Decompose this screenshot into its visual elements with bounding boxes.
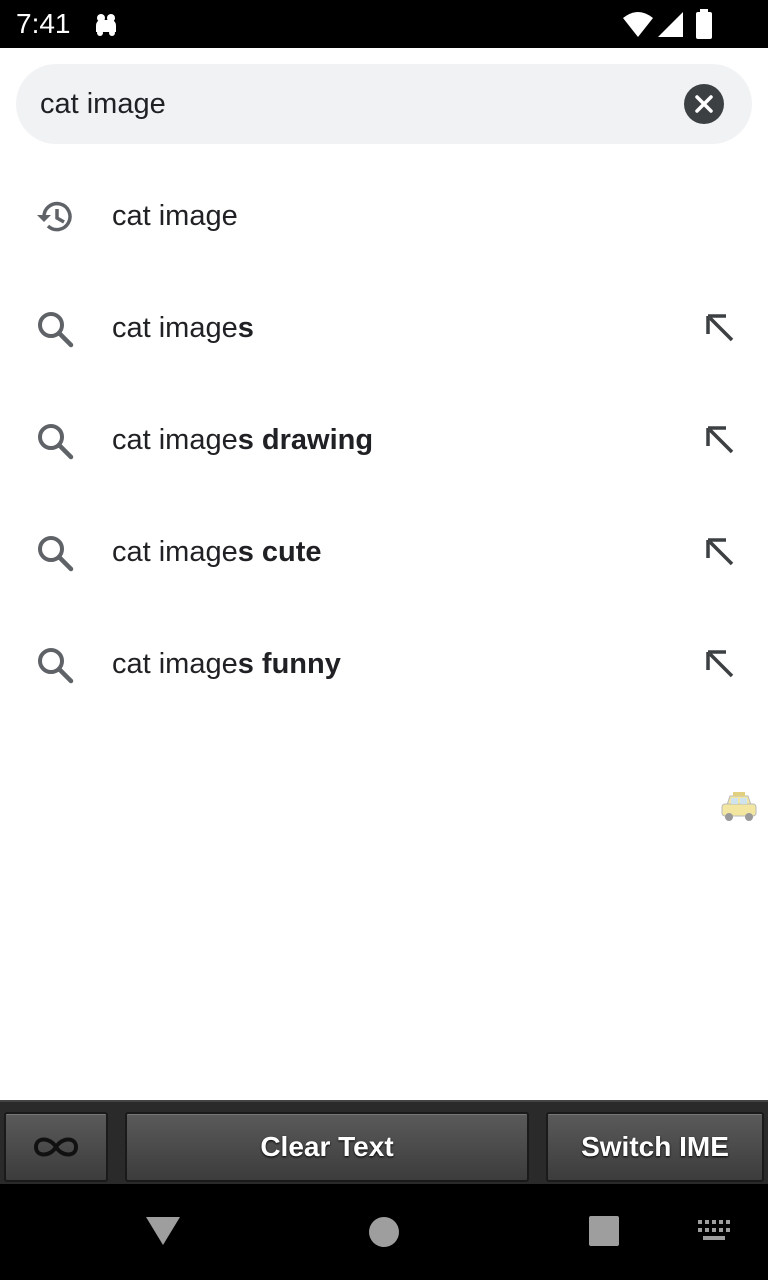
signal-icon xyxy=(658,12,683,37)
status-time: 7:41 xyxy=(16,8,71,39)
home-icon[interactable] xyxy=(368,1216,400,1248)
search-icon xyxy=(38,312,74,348)
search-input[interactable] xyxy=(40,84,660,124)
back-icon[interactable] xyxy=(144,1214,182,1248)
suggestion-label: cat image xyxy=(112,200,238,232)
recents-icon[interactable] xyxy=(589,1216,619,1246)
history-icon xyxy=(37,201,72,232)
suggestion-label: cat images drawing xyxy=(112,424,374,456)
navigation-bar xyxy=(0,1184,768,1280)
suggestion-item[interactable]: cat images xyxy=(0,272,768,384)
infinity-button[interactable] xyxy=(4,1112,108,1182)
clear-text-button[interactable]: Clear Text xyxy=(125,1112,529,1182)
fill-query-arrow-icon[interactable] xyxy=(700,308,740,348)
search-icon xyxy=(38,424,74,460)
status-bar: 7:41 xyxy=(0,0,768,48)
switch-ime-button[interactable]: Switch IME xyxy=(546,1112,764,1182)
battery-icon xyxy=(696,9,712,39)
suggestion-item[interactable]: cat images funny xyxy=(0,608,768,720)
suggestion-label: cat images funny xyxy=(112,648,341,680)
suggestion-item[interactable]: cat images drawing xyxy=(0,384,768,496)
close-icon xyxy=(695,95,713,113)
search-bar xyxy=(16,64,752,144)
input-helper-bar: Clear Text Switch IME xyxy=(0,1100,768,1184)
fill-query-arrow-icon[interactable] xyxy=(700,532,740,572)
fill-query-arrow-icon[interactable] xyxy=(700,644,740,684)
suggestion-label: cat images cute xyxy=(112,536,322,568)
wifi-icon xyxy=(623,12,653,37)
suggestion-item[interactable]: cat images cute xyxy=(0,496,768,608)
keyboard-icon[interactable] xyxy=(698,1220,732,1244)
taxi-icon[interactable] xyxy=(720,790,758,824)
search-icon xyxy=(38,648,74,684)
suggestion-label: cat images xyxy=(112,312,254,344)
suggestion-history-item[interactable]: cat image xyxy=(0,160,768,272)
search-icon xyxy=(38,536,74,572)
clear-search-button[interactable] xyxy=(684,84,724,124)
fill-query-arrow-icon[interactable] xyxy=(700,420,740,460)
notification-icon xyxy=(96,14,116,36)
infinity-icon xyxy=(33,1137,79,1157)
